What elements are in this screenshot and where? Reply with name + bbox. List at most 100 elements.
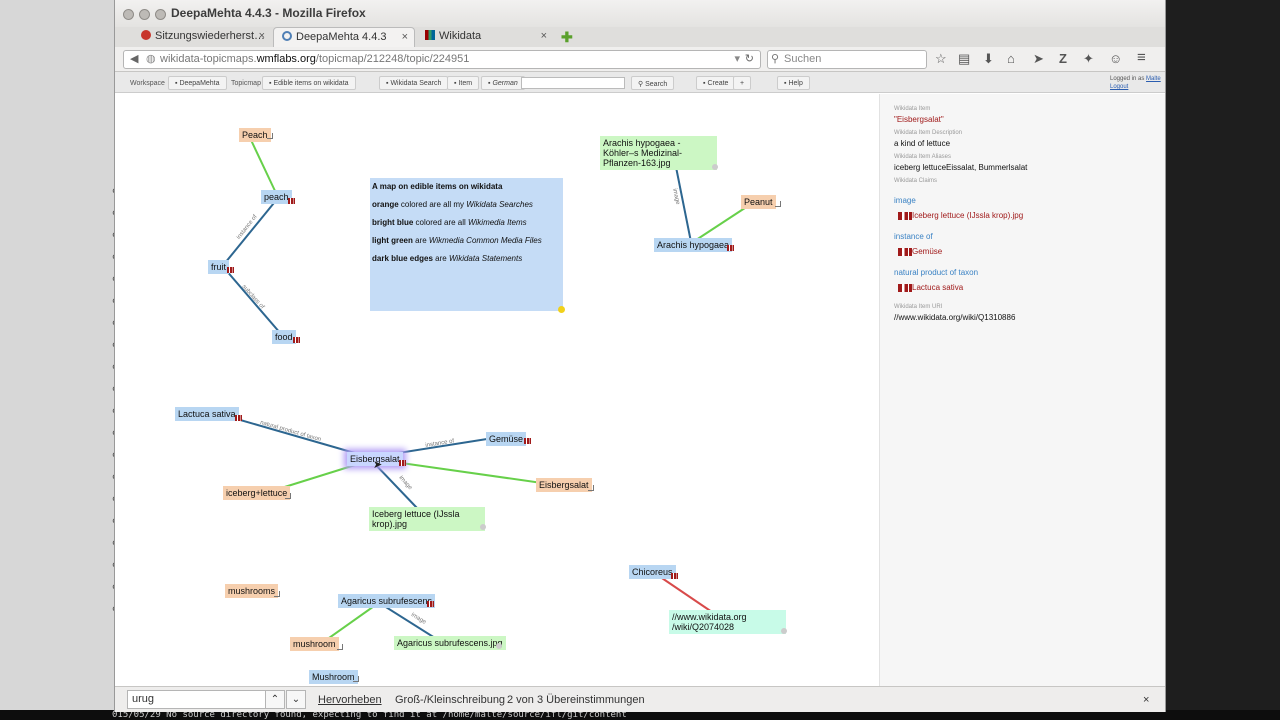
- item-topic-gemuese[interactable]: Gemüse: [486, 432, 527, 446]
- close-findbar-icon[interactable]: ×: [1143, 694, 1149, 706]
- note-handle-icon[interactable]: [558, 306, 565, 313]
- item-topic-agaricus[interactable]: Agaricus subrufescens: [338, 594, 436, 608]
- close-tab-icon[interactable]: ×: [259, 30, 265, 42]
- claim-heading-natural-product: natural product of taxon: [894, 268, 979, 277]
- back-icon[interactable]: ◀: [130, 52, 138, 65]
- topic-label: Arachis hypogaea: [657, 240, 730, 250]
- download-icon[interactable]: ⬇: [983, 51, 994, 67]
- new-tab-icon[interactable]: ✚: [561, 29, 573, 46]
- bookmark-star-icon[interactable]: ☆: [935, 51, 947, 67]
- note-text: are: [412, 236, 429, 245]
- plus-button[interactable]: +: [733, 76, 752, 90]
- topicmap-canvas[interactable]: instance of subclass of image natural pr…: [115, 94, 879, 686]
- zotero-icon[interactable]: Z: [1059, 51, 1067, 66]
- edge-arachis-peanut[interactable]: [692, 203, 752, 243]
- search-type-menu[interactable]: ▪ Wikidata Search: [379, 76, 449, 90]
- search-button[interactable]: ⚲ Search: [631, 76, 675, 90]
- topic-label: Eisbergsalat: [539, 480, 589, 490]
- home-icon[interactable]: ⌂: [1007, 51, 1015, 66]
- file-topic-arachis[interactable]: Arachis hypogaea - Köhler–s Medizinal-Pf…: [600, 136, 717, 170]
- tab-session-restore[interactable]: Sitzungswiederherst… ×: [133, 27, 271, 47]
- reload-icon[interactable]: ↻: [745, 52, 754, 65]
- help-button[interactable]: ▪ Help: [777, 76, 810, 90]
- url-topic-wikidata[interactable]: //www.wikidata.org /wiki/Q2074028: [669, 610, 786, 634]
- logout-link[interactable]: Logout: [1110, 84, 1128, 90]
- topic-label: Lactuca sativa: [178, 409, 236, 419]
- field-caption: Wikidata Claims: [894, 178, 938, 184]
- find-previous-button[interactable]: ⌃: [265, 690, 285, 709]
- menu-icon[interactable]: ≡: [1137, 49, 1146, 66]
- claim-link-image[interactable]: Iceberg lettuce (IJssla krop).jpg: [894, 211, 1153, 220]
- search-topic-mushrooms[interactable]: mushrooms: [225, 584, 279, 598]
- wikidata-icon: [425, 30, 435, 40]
- tab-wikidata[interactable]: Wikidata ×: [417, 27, 553, 47]
- login-user-link[interactable]: Malte: [1146, 76, 1161, 82]
- item-topic-food[interactable]: food: [272, 330, 296, 344]
- claim-link-natural-product[interactable]: Lactuca sativa: [894, 283, 1153, 292]
- item-topic-arachis[interactable]: Arachis hypogaea: [654, 238, 733, 252]
- highlight-all-toggle[interactable]: Hervorheben: [318, 694, 382, 706]
- tab-label: Sitzungswiederherst…: [155, 30, 266, 42]
- tab-bar: Sitzungswiederherst… × DeepaMehta 4.4.3 …: [115, 27, 1165, 47]
- topicmap-menu[interactable]: ▪ Edible items on wikidata: [262, 76, 356, 90]
- item-topic-peach[interactable]: peach: [261, 190, 292, 204]
- item-topic-lactuca[interactable]: Lactuca sativa: [175, 407, 239, 421]
- maximize-window-button[interactable]: [155, 9, 166, 20]
- search-topic-peanut[interactable]: Peanut: [741, 195, 776, 209]
- tab-deepamehta[interactable]: DeepaMehta 4.4.3 ×: [273, 27, 415, 47]
- file-topic-iceberg[interactable]: Iceberg lettuce (IJssla krop).jpg: [369, 507, 485, 531]
- search-topic-eisbergsalat[interactable]: Eisbergsalat: [536, 478, 592, 492]
- search-topic-peach[interactable]: Peach: [239, 128, 271, 142]
- create-button[interactable]: ▪ Create: [696, 76, 736, 90]
- workspace-value: DeepaMehta: [179, 80, 220, 87]
- topic-label: Arachis hypogaea - Köhler–s Medizinal-Pf…: [603, 138, 683, 168]
- chat-icon[interactable]: ☺: [1109, 51, 1122, 66]
- browser-window: DeepaMehta 4.4.3 - Mozilla Firefox Sitzu…: [114, 0, 1166, 712]
- topicmap-label: Topicmap: [231, 80, 261, 87]
- url-field[interactable]: ◀ ◍ wikidata-topicmaps.wmflabs.org/topic…: [123, 50, 761, 69]
- edge-agaricus-mushroom[interactable]: [328, 603, 378, 639]
- search-field[interactable]: ⚲ Suchen: [767, 50, 927, 69]
- search-topic-iceberg-lettuce[interactable]: iceberg+lettuce: [223, 486, 291, 500]
- note-topic[interactable]: A map on edible items on wikidata orange…: [370, 178, 563, 311]
- item-topic-mushroom[interactable]: Mushroom: [309, 670, 358, 684]
- close-window-button[interactable]: [123, 9, 134, 20]
- claim-link-instance-of[interactable]: Gemüse: [894, 247, 1153, 256]
- wikidata-icon: [898, 248, 912, 256]
- match-case-toggle[interactable]: Groß-/Kleinschreibung: [395, 694, 505, 706]
- close-tab-icon[interactable]: ×: [541, 30, 547, 42]
- send-icon[interactable]: ➤: [1033, 51, 1044, 67]
- wikidata-search-input[interactable]: [521, 77, 625, 89]
- file-topic-agaricus[interactable]: Agaricus subrufescens.jpg: [394, 636, 506, 650]
- search-topic-mushroom[interactable]: mushroom: [290, 637, 339, 651]
- find-input[interactable]: urug: [127, 690, 267, 709]
- item-uri-value: //www.wikidata.org/wiki/Q1310886: [894, 313, 1016, 322]
- url-path: /topicmap/212248/topic/224951: [315, 53, 470, 65]
- reading-list-icon[interactable]: ▤: [958, 51, 970, 67]
- close-tab-icon[interactable]: ×: [402, 31, 408, 43]
- minimize-window-button[interactable]: [139, 9, 150, 20]
- deepamehta-icon: [282, 31, 292, 41]
- item-topic-chicoreus[interactable]: Chicoreus: [629, 565, 676, 579]
- search-icon: [353, 676, 359, 682]
- edge-peach-fruit[interactable]: [224, 197, 279, 264]
- dropdown-icon[interactable]: ▾: [734, 52, 740, 65]
- wikidata-icon: [671, 573, 678, 579]
- deepamehta-toolbar: Workspace ▪ DeepaMehta Topicmap ▪ Edible…: [115, 72, 1165, 93]
- find-next-button[interactable]: ⌄: [286, 690, 306, 709]
- field-caption: Wikidata Item Description: [894, 130, 963, 136]
- help-button-label: Help: [788, 80, 803, 87]
- wikidata-icon: [427, 601, 434, 607]
- language-menu[interactable]: ▪ German: [481, 76, 525, 90]
- addon-icon[interactable]: ✦: [1083, 51, 1094, 67]
- find-bar: urug ⌃ ⌄ Hervorheben Groß-/Kleinschreibu…: [115, 686, 1165, 712]
- edge-agaricus-image[interactable]: [380, 603, 436, 639]
- wikidata-icon: [399, 460, 406, 466]
- item-type-menu[interactable]: ▪ Item: [447, 76, 480, 90]
- mouse-cursor-icon: ➤: [373, 459, 383, 471]
- item-topic-fruit[interactable]: fruit: [208, 260, 230, 274]
- workspace-menu[interactable]: ▪ DeepaMehta: [168, 76, 227, 90]
- topic-label: //www.wikidata.org /wiki/Q2074028: [672, 612, 747, 632]
- site-info-icon[interactable]: ◍: [146, 52, 156, 65]
- edge-peach-search[interactable]: [250, 139, 277, 194]
